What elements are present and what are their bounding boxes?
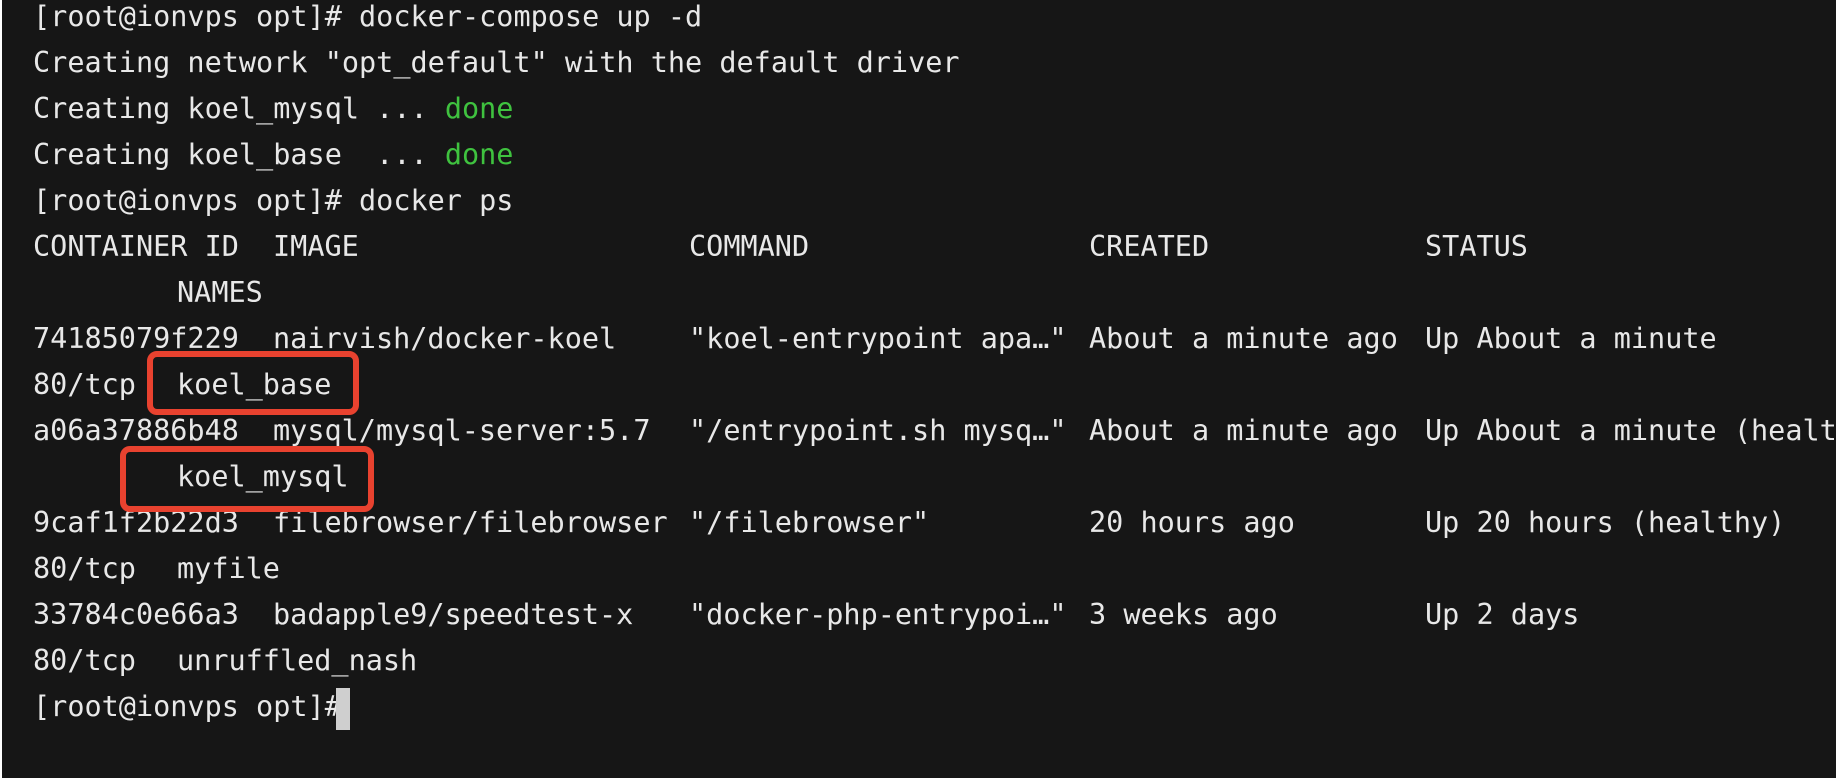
output-create-base-text: Creating koel_base ... [33, 138, 445, 171]
shell-prompt: [root@ionvps opt]# [33, 690, 360, 723]
shell-prompt: [root@ionvps opt]# [33, 184, 360, 217]
row2-status: Up About a minute (healthy [1425, 414, 1836, 447]
row3-ports: 80/tcp [33, 552, 136, 585]
highlight-box-koel-base [147, 351, 359, 415]
row1-created: About a minute ago [1089, 322, 1398, 355]
highlight-box-koel-mysql [120, 446, 374, 512]
row4-created: 3 weeks ago [1089, 598, 1278, 631]
row2-created: About a minute ago [1089, 414, 1398, 447]
row1-ports: 80/tcp [33, 368, 136, 401]
row3-created: 20 hours ago [1089, 506, 1295, 539]
row3-command: "/filebrowser" [689, 506, 930, 539]
header-image: IMAGE [273, 230, 359, 263]
header-command: COMMAND [689, 230, 810, 263]
status-done: done [444, 138, 514, 171]
command-line-ps: [root@ionvps opt]# docker ps [33, 178, 513, 224]
row3-status: Up 20 hours (healthy) [1425, 506, 1786, 539]
header-names: NAMES [177, 276, 263, 309]
output-network: Creating network "opt_default" with the … [33, 46, 960, 79]
header-container-id: CONTAINER ID [33, 230, 239, 263]
output-create-mysql-text: Creating koel_mysql ... [33, 92, 445, 125]
row4-container-id: 33784c0e66a3 [33, 598, 239, 631]
row4-status: Up 2 days [1425, 598, 1580, 631]
command-line-compose: [root@ionvps opt]# docker-compose up -d [33, 0, 702, 40]
header-status: STATUS [1425, 230, 1528, 263]
row1-command: "koel-entrypoint apa…" [689, 322, 1067, 355]
command-line-final: [root@ionvps opt]# [33, 684, 359, 730]
output-create-mysql: Creating koel_mysql ... done [33, 86, 513, 132]
shell-prompt: [root@ionvps opt]# [33, 0, 360, 33]
row4-command: "docker-php-entrypoi…" [689, 598, 1067, 631]
terminal-window[interactable]: [root@ionvps opt]# docker-compose up -d … [2, 0, 1836, 778]
row3-name: myfile [177, 552, 280, 585]
command-text: docker-compose up -d [359, 0, 703, 33]
header-created: CREATED [1089, 230, 1210, 263]
row1-status: Up About a minute [1425, 322, 1717, 355]
row2-command: "/entrypoint.sh mysq…" [689, 414, 1067, 447]
row4-image: badapple9/speedtest-x [273, 598, 634, 631]
status-done: done [444, 92, 514, 125]
output-create-base: Creating koel_base ... done [33, 132, 513, 178]
command-text: docker ps [359, 184, 514, 217]
row4-ports: 80/tcp [33, 644, 136, 677]
text-cursor [336, 688, 350, 730]
row4-name: unruffled_nash [177, 644, 418, 677]
